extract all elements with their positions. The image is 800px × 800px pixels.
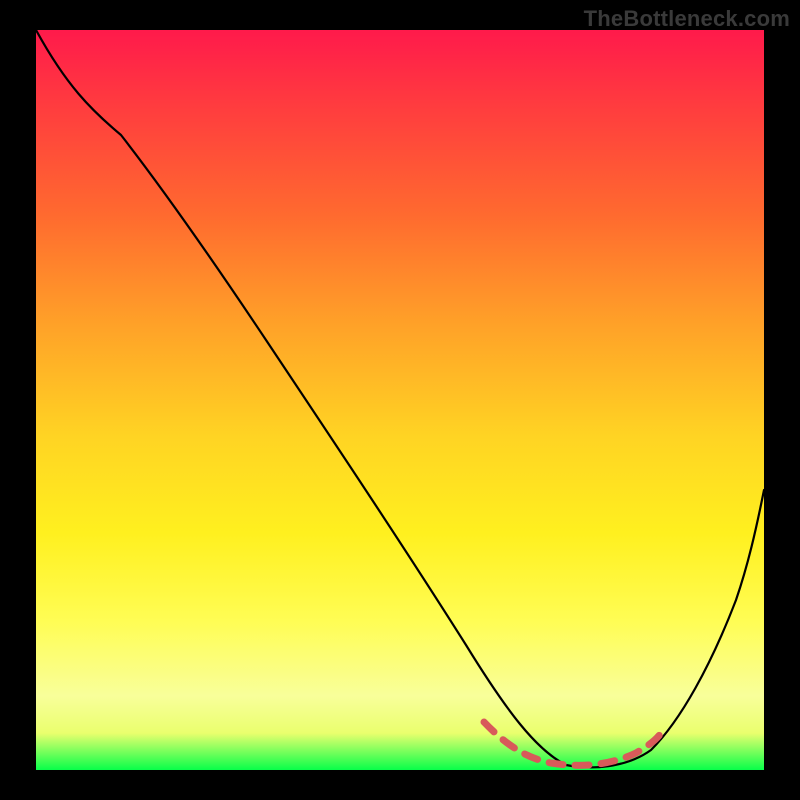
watermark-text: TheBottleneck.com [584,6,790,32]
bottleneck-curve [36,30,764,767]
chart-frame: TheBottleneck.com [0,0,800,800]
plot-svg [36,30,764,770]
plot-area [36,30,764,770]
